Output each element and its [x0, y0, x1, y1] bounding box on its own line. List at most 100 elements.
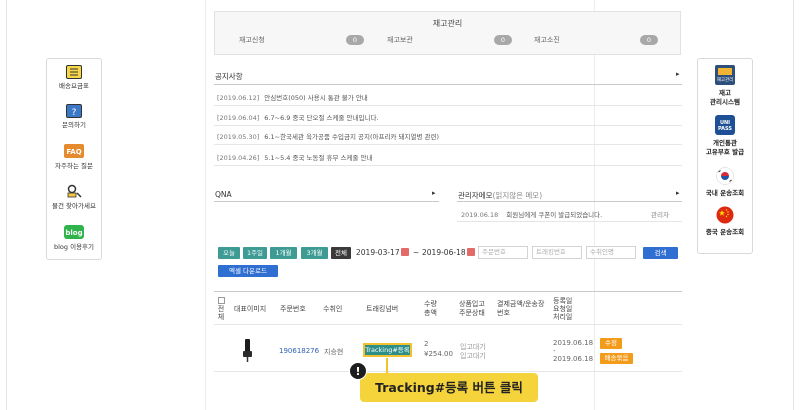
instruction-callout: Tracking#등록 버튼 클릭 — [360, 373, 538, 402]
filter-1week-button[interactable]: 1주일 — [243, 247, 267, 259]
memo-more-icon[interactable]: ▸ — [676, 189, 680, 197]
faq-icon: FAQ — [64, 144, 84, 158]
table-row-border — [214, 371, 682, 372]
calendar-icon[interactable] — [401, 248, 409, 256]
stock-system-icon: 재고관리 — [715, 65, 735, 85]
memo-title[interactable]: 관리자메모(읽지않은 메모) — [458, 190, 542, 201]
request-date: - — [553, 347, 556, 355]
stock-summary-box: 재고관리 재고신청 0 재고보관 0 재고소진 0 — [214, 11, 681, 55]
tracking-number-input[interactable]: 트래킹번호 — [532, 246, 582, 259]
faq-link[interactable]: FAQ 자주하는 질문 — [47, 144, 101, 171]
unipass-link[interactable]: UNI PASS 개인통관 고유부호 발급 — [698, 115, 752, 157]
recipient-input[interactable]: 수취인명 — [586, 246, 636, 259]
notice-divider — [214, 84, 682, 85]
row-divider — [214, 165, 682, 166]
notice-date: [2019.05.30] — [217, 133, 260, 141]
row-divider — [214, 144, 682, 145]
stock-used-label[interactable]: 재고소진 — [534, 35, 560, 45]
qna-more-icon[interactable]: ▸ — [432, 189, 436, 197]
row-divider — [214, 105, 682, 106]
fee-list-icon — [66, 65, 82, 79]
filter-1month-button[interactable]: 1개월 — [270, 247, 297, 259]
qna-title[interactable]: QNA — [215, 190, 232, 199]
table-top-border — [214, 291, 682, 292]
th-process-date: 처리일 — [553, 313, 573, 321]
notice-item[interactable]: [2019.04.26] 5.1~5.4 중국 노동절 휴무 스케줄 안내 — [217, 152, 373, 162]
order-number-input[interactable]: 주문번호 — [478, 246, 528, 259]
table-header-border — [214, 324, 682, 325]
notice-date: [2019.06.04] — [217, 114, 260, 122]
inquiry-link[interactable]: ? 문의하기 — [47, 104, 101, 130]
warning-icon: ! — [349, 362, 367, 380]
inquiry-icon: ? — [66, 104, 82, 118]
memo-subtitle: (읽지않은 메모) — [492, 191, 543, 200]
fee-list-link[interactable]: 배송요금표 — [47, 65, 101, 91]
unipass-label-1: 개인통관 — [713, 139, 737, 147]
notice-more-icon[interactable]: ▸ — [676, 70, 680, 78]
th-payment: 결제금액/운송장 — [497, 300, 545, 308]
order-number-link[interactable]: 190618276 — [279, 347, 319, 355]
date-to-field[interactable]: 2019-06-18 — [422, 248, 466, 257]
stock-system-label-2: 관리시스템 — [710, 98, 740, 106]
date-from-field[interactable]: 2019-03-17 — [356, 248, 400, 257]
stock-storage-count: 0 — [494, 35, 512, 45]
blog-link[interactable]: blog blog 이용후기 — [47, 225, 101, 252]
stock-system-label-1: 재고 — [719, 89, 731, 97]
qna-divider — [214, 201, 439, 202]
right-quick-menu: 재고관리 재고 관리시스템 UNI PASS 개인통관 고유부호 발급 국내 운송… — [697, 58, 753, 254]
blog-label: blog 이용후기 — [53, 243, 95, 251]
memo-author: 관리자 — [651, 211, 669, 219]
find-item-link[interactable]: 물건 찾아가세요 — [47, 184, 101, 211]
china-tracking-label: 중국 운송조회 — [705, 228, 745, 236]
stock-request-label[interactable]: 재고신청 — [239, 35, 265, 45]
ship-bundle-button[interactable]: 배송묶음 — [600, 353, 633, 364]
china-flag-icon — [716, 206, 734, 224]
th-amount: 총액 — [424, 309, 437, 317]
quantity-value: 2 — [424, 340, 429, 348]
notice-title[interactable]: 공지사항 — [215, 71, 243, 82]
unipass-icon: UNI PASS — [715, 115, 735, 135]
product-thumbnail[interactable] — [236, 337, 258, 363]
memo-date: 2019.06.18 — [461, 211, 499, 219]
th-order-status: 주문상태 — [459, 309, 485, 317]
calendar-icon[interactable] — [467, 248, 475, 256]
svg-text:blog: blog — [65, 229, 82, 237]
amount-value: ¥254.00 — [424, 350, 453, 358]
date-separator: ~ — [413, 248, 420, 257]
memo-item[interactable]: 2019.06.18 회원님에게 쿠폰이 발급되었습니다. 관리자 — [461, 209, 669, 219]
stock-system-link[interactable]: 재고관리 재고 관리시스템 — [698, 65, 752, 107]
select-all-checkbox[interactable] — [218, 297, 225, 304]
notice-date: [2019.06.12] — [217, 94, 260, 102]
notice-item[interactable]: [2019.05.30] 6.1~한국세관 육가공품 수입금지 공지(아프리카 돼… — [217, 131, 439, 141]
memo-text: 회원님에게 쿠폰이 발급되었습니다. — [506, 211, 603, 219]
notice-item[interactable]: [2019.06.04] 6.7~6.9 중국 단오절 스케줄 안내입니다. — [217, 112, 379, 122]
svg-text:PASS: PASS — [718, 126, 732, 132]
korea-tracking-link[interactable]: 국내 운송조회 — [698, 167, 752, 198]
stock-request-count: 0 — [346, 35, 364, 45]
filter-today-button[interactable]: 오늘 — [218, 247, 240, 259]
blog-icon: blog — [64, 225, 84, 239]
faq-label: 자주하는 질문 — [55, 162, 93, 170]
register-date: 2019.06.18 — [553, 339, 594, 347]
excel-download-button[interactable]: 엑셀 다운로드 — [218, 265, 278, 277]
svg-text:?: ? — [72, 108, 77, 117]
china-tracking-link[interactable]: 중국 운송조회 — [698, 206, 752, 237]
notice-item[interactable]: [2019.06.12] 안심번호(050) 사용시 통관 불가 안내 — [217, 92, 368, 102]
filter-all-button[interactable]: 전체 — [331, 247, 351, 259]
callout-pointer — [386, 358, 388, 373]
th-register-date: 등록일 — [553, 297, 573, 305]
th-qty: 수량 — [424, 300, 437, 308]
th-order-no: 주문번호 — [280, 305, 306, 313]
notice-text: 안심번호(050) 사용시 통관 불가 안내 — [264, 94, 368, 102]
stock-storage-label[interactable]: 재고보관 — [387, 35, 413, 45]
find-item-label: 물건 찾아가세요 — [52, 202, 96, 210]
tracking-register-button[interactable]: Tracking#등록 — [363, 343, 412, 357]
th-waybill-no: 번호 — [497, 309, 510, 317]
stock-title: 재고관리 — [432, 19, 463, 28]
korea-flag-icon — [716, 167, 734, 185]
search-button[interactable]: 검색 — [643, 247, 678, 259]
row-divider — [457, 221, 682, 222]
filter-3month-button[interactable]: 3개월 — [301, 247, 328, 259]
recipient-name: 지승현 — [324, 348, 344, 356]
edit-button[interactable]: 수정 — [600, 338, 622, 349]
